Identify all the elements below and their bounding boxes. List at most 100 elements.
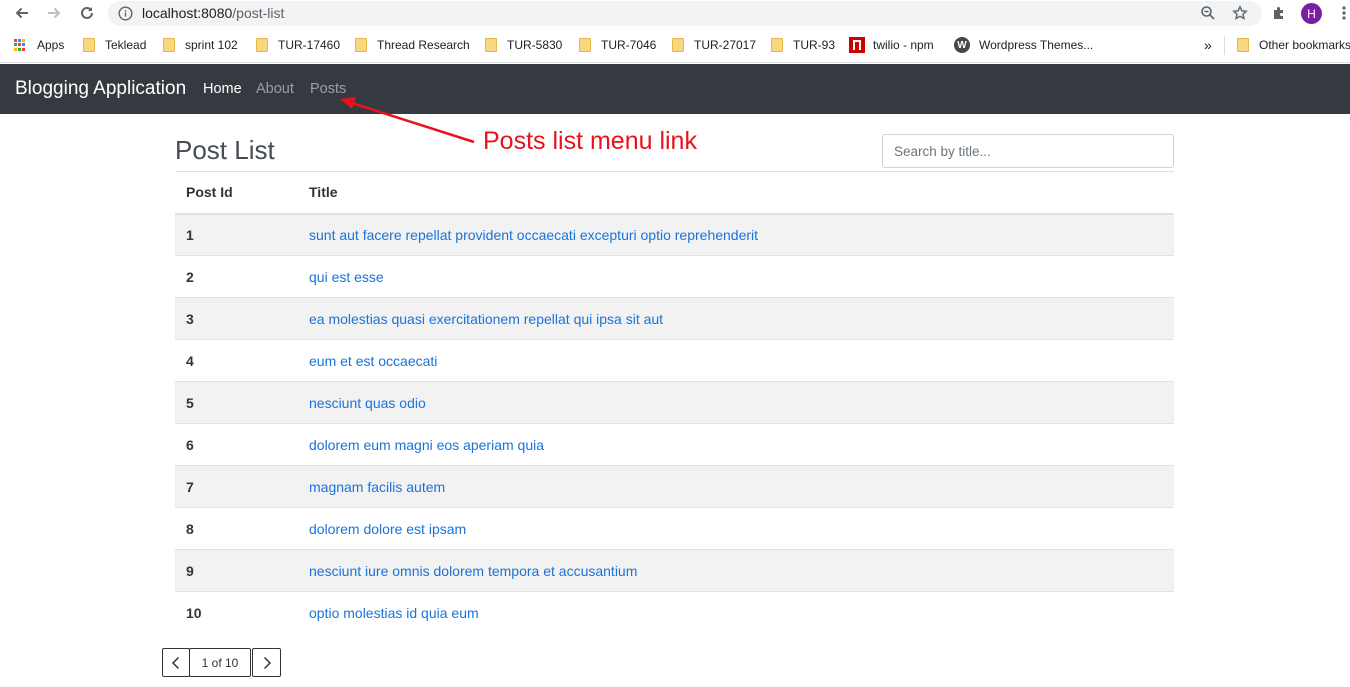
- post-title-link[interactable]: eum et est occaecati: [309, 353, 437, 369]
- bookmarks-divider: [1224, 36, 1225, 55]
- post-id-cell: 6: [175, 423, 298, 466]
- bookmark-label: Wordpress Themes...: [979, 38, 1094, 52]
- page-indicator: 1 of 10: [189, 648, 251, 677]
- chevron-left-icon: [171, 656, 180, 669]
- bookmark-label: TUR-17460: [278, 38, 341, 52]
- bookmark-label: Teklead: [105, 38, 147, 52]
- bookmark-twilio-npm[interactable]: twilio - npm: [849, 37, 934, 53]
- bookmarks-bar: Apps Teklead sprint 102 TUR-17460 Thread…: [0, 28, 1350, 63]
- posts-table: Post Id Title 1 sunt aut facere repellat…: [175, 171, 1174, 634]
- bookmark-tur-7046[interactable]: TUR-7046: [579, 37, 656, 53]
- reload-icon[interactable]: [76, 2, 98, 24]
- bookmark-label: sprint 102: [185, 38, 238, 52]
- forward-arrow-icon[interactable]: [43, 2, 65, 24]
- next-page-button[interactable]: [252, 648, 281, 677]
- post-id-cell: 2: [175, 255, 298, 298]
- table-row: 8 dolorem dolore est ipsam: [175, 507, 1174, 550]
- folder-icon: [672, 38, 684, 52]
- table-row: 1 sunt aut facere repellat provident occ…: [175, 213, 1174, 256]
- bookmark-label: Other bookmarks: [1259, 38, 1350, 52]
- back-arrow-icon[interactable]: [11, 2, 33, 24]
- table-row: 9 nesciunt iure omnis dolorem tempora et…: [175, 549, 1174, 592]
- post-title-link[interactable]: qui est esse: [309, 269, 384, 285]
- nav-link-home[interactable]: Home: [203, 81, 242, 97]
- bookmark-thread-research[interactable]: Thread Research: [355, 37, 470, 53]
- chevron-double-right-icon: »: [1204, 37, 1212, 53]
- post-id-cell: 9: [175, 549, 298, 592]
- post-title-link[interactable]: magnam facilis autem: [309, 479, 445, 495]
- app-navbar: Blogging Application Home About Posts: [0, 64, 1350, 114]
- folder-icon: [83, 38, 95, 52]
- annotation-label: Posts list menu link: [483, 127, 697, 155]
- chevron-right-icon: [263, 656, 271, 669]
- bookmark-label: TUR-5830: [507, 38, 563, 52]
- post-title-link[interactable]: sunt aut facere repellat provident occae…: [309, 227, 758, 243]
- bookmark-label: Apps: [37, 38, 65, 52]
- folder-icon: [485, 38, 497, 52]
- folder-icon: [256, 38, 268, 52]
- bookmark-apps[interactable]: Apps: [14, 37, 64, 53]
- browser-menu-icon[interactable]: [1333, 2, 1350, 24]
- post-title-link[interactable]: nesciunt iure omnis dolorem tempora et a…: [309, 563, 637, 579]
- bookmark-sprint-102[interactable]: sprint 102: [163, 37, 238, 53]
- site-info-icon[interactable]: [118, 6, 133, 26]
- bookmark-label: TUR-93: [793, 38, 836, 52]
- table-row: 6 dolorem eum magni eos aperiam quia: [175, 423, 1174, 466]
- extensions-puzzle-icon[interactable]: [1268, 2, 1290, 24]
- bookmark-label: Thread Research: [377, 38, 470, 52]
- post-title-link[interactable]: ea molestias quasi exercitationem repell…: [309, 311, 663, 327]
- browser-toolbar: localhost:8080/post-list H: [0, 0, 1350, 28]
- post-id-cell: 3: [175, 297, 298, 340]
- bookmark-label: TUR-27017: [694, 38, 757, 52]
- nav-link-about[interactable]: About: [256, 81, 294, 97]
- table-row: 4 eum et est occaecati: [175, 339, 1174, 382]
- column-header-title[interactable]: Title: [298, 171, 1174, 215]
- apps-grid-icon: [14, 39, 26, 51]
- bookmark-label: TUR-7046: [601, 38, 657, 52]
- folder-icon: [579, 38, 591, 52]
- pagination: 1 of 10: [162, 648, 281, 677]
- post-id-cell: 4: [175, 339, 298, 382]
- post-title-link[interactable]: optio molestias id quia eum: [309, 605, 479, 621]
- bookmark-star-icon[interactable]: [1229, 2, 1251, 24]
- search-input[interactable]: [882, 134, 1174, 168]
- table-row: 7 magnam facilis autem: [175, 465, 1174, 508]
- folder-icon: [1237, 38, 1249, 52]
- post-id-cell: 10: [175, 591, 298, 634]
- bookmark-tur-5830[interactable]: TUR-5830: [485, 37, 562, 53]
- address-bar[interactable]: localhost:8080/post-list: [108, 1, 1262, 26]
- post-title-link[interactable]: dolorem dolore est ipsam: [309, 521, 466, 537]
- page-title: Post List: [175, 135, 275, 165]
- bookmarks-overflow-button[interactable]: »: [1204, 37, 1212, 53]
- table-row: 5 nesciunt quas odio: [175, 381, 1174, 424]
- nav-link-posts[interactable]: Posts: [310, 81, 346, 97]
- table-row: 3 ea molestias quasi exercitationem repe…: [175, 297, 1174, 340]
- table-row: 2 qui est esse: [175, 255, 1174, 298]
- bookmark-label: twilio - npm: [873, 38, 934, 52]
- post-id-cell: 1: [175, 213, 298, 256]
- post-id-cell: 7: [175, 465, 298, 508]
- npm-icon: [849, 37, 865, 53]
- post-title-link[interactable]: dolorem eum magni eos aperiam quia: [309, 437, 544, 453]
- folder-icon: [771, 38, 783, 52]
- post-id-cell: 8: [175, 507, 298, 550]
- bookmark-tur-27017[interactable]: TUR-27017: [672, 37, 756, 53]
- bookmark-teklead[interactable]: Teklead: [83, 37, 146, 53]
- table-row: 10 optio molestias id quia eum: [175, 591, 1174, 634]
- previous-page-button[interactable]: [162, 648, 190, 677]
- profile-avatar[interactable]: H: [1301, 3, 1322, 24]
- url-text: localhost:8080/post-list: [142, 5, 285, 21]
- navbar-brand[interactable]: Blogging Application: [15, 78, 186, 100]
- folder-icon: [355, 38, 367, 52]
- bookmark-tur-17460[interactable]: TUR-17460: [256, 37, 340, 53]
- folder-icon: [163, 38, 175, 52]
- post-title-link[interactable]: nesciunt quas odio: [309, 395, 426, 411]
- bookmark-wordpress-themes[interactable]: W Wordpress Themes...: [954, 37, 1093, 53]
- wordpress-icon: W: [954, 37, 970, 53]
- bookmark-other-bookmarks[interactable]: Other bookmarks: [1237, 37, 1350, 53]
- column-header-post-id[interactable]: Post Id: [175, 171, 298, 215]
- table-header-row: Post Id Title: [175, 171, 1174, 215]
- post-id-cell: 5: [175, 381, 298, 424]
- bookmark-tur-93[interactable]: TUR-93: [771, 37, 835, 53]
- zoom-icon[interactable]: [1197, 2, 1219, 24]
